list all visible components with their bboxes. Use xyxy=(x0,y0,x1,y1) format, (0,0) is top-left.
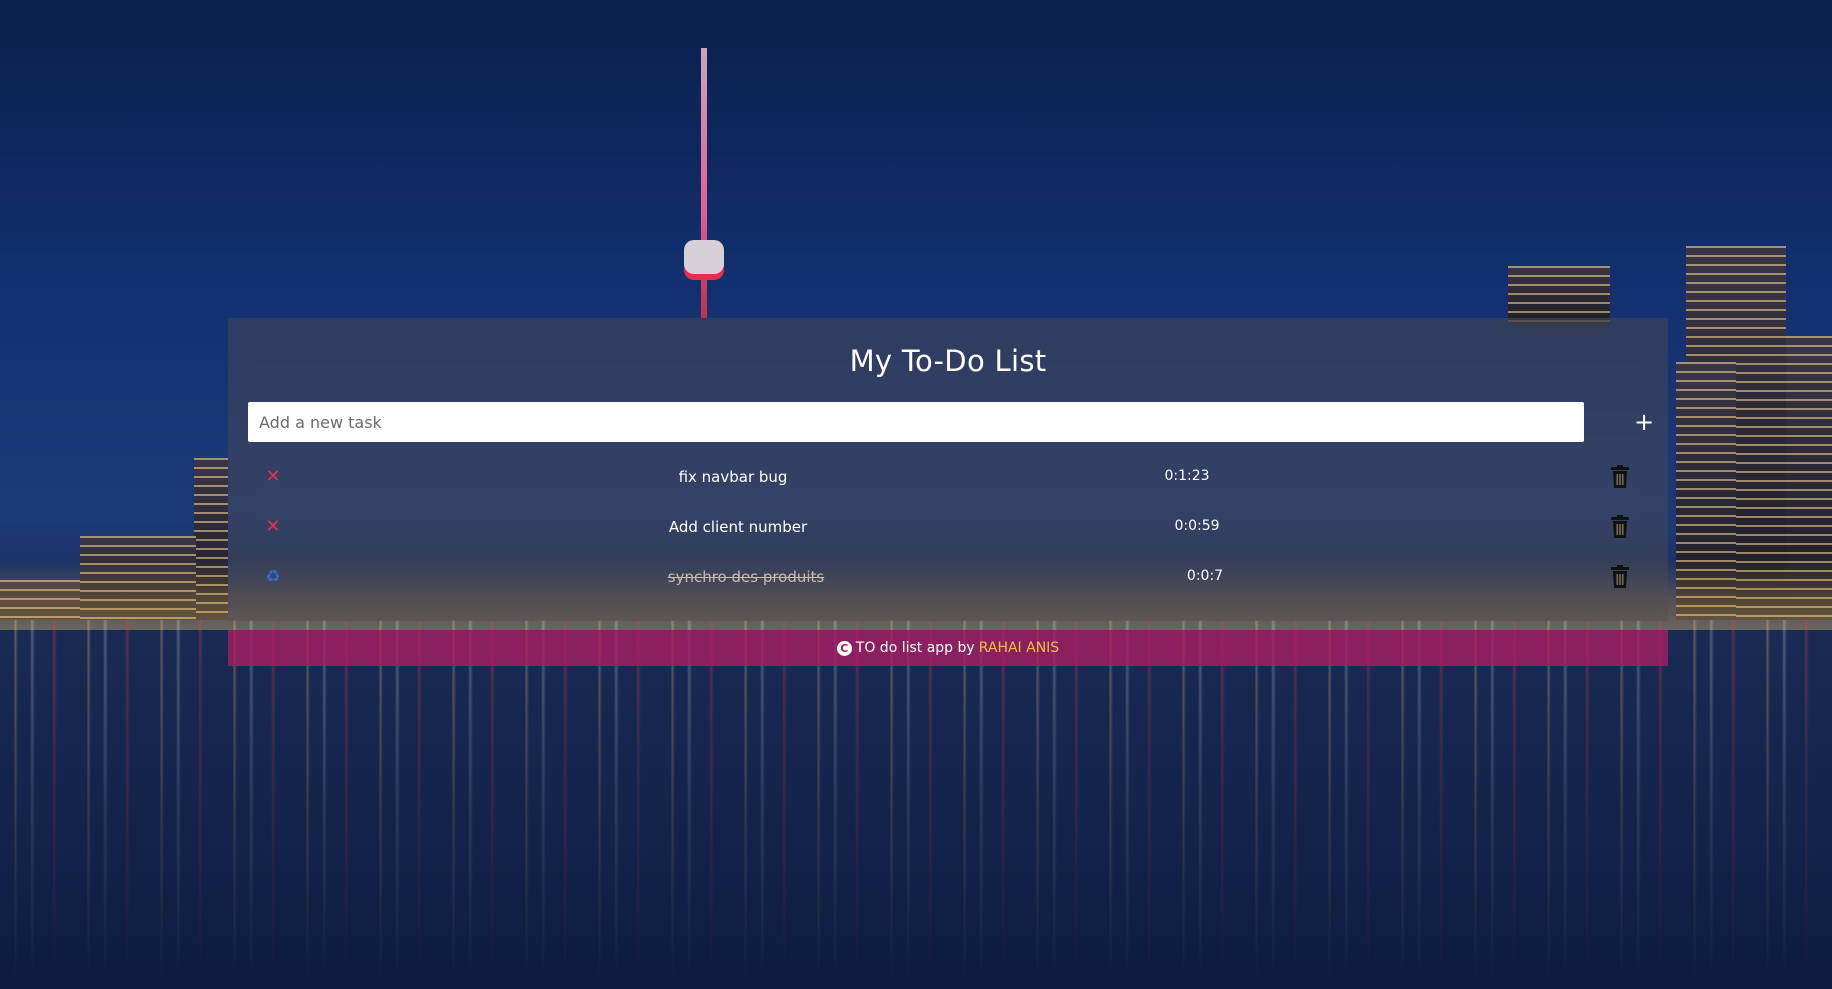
footer: C TO do list app by RAHAI ANIS xyxy=(228,630,1668,666)
task-timer: 0:0:7 xyxy=(1186,568,1224,584)
task-name[interactable]: fix navbar bug xyxy=(679,468,788,486)
copyright-icon: C xyxy=(836,640,852,656)
task-timer: 0:1:23 xyxy=(1164,468,1210,484)
task-row: ♻ synchro des produits 0:0:7 xyxy=(228,554,1668,604)
skyscraper xyxy=(1508,266,1610,326)
task-name[interactable]: synchro des produits xyxy=(668,568,825,586)
todo-card: My To-Do List + ✕ fix navbar bug 0:1:23 … xyxy=(228,318,1668,621)
recycle-icon[interactable]: ♻ xyxy=(262,566,284,588)
trash-icon[interactable] xyxy=(1608,564,1632,590)
author-link[interactable]: RAHAI ANIS xyxy=(979,640,1060,656)
task-row: ✕ Add client number 0:0:59 xyxy=(228,504,1668,554)
footer-text: TO do list app by xyxy=(855,640,975,656)
add-task-button[interactable]: + xyxy=(1624,402,1664,442)
new-task-row: + xyxy=(248,402,1654,442)
task-list: ✕ fix navbar bug 0:1:23 ✕ Add client num… xyxy=(228,454,1668,604)
trash-icon[interactable] xyxy=(1608,514,1632,540)
cn-tower-pod xyxy=(684,240,724,274)
close-icon[interactable]: ✕ xyxy=(262,516,284,538)
page-title: My To-Do List xyxy=(849,344,1047,378)
task-row: ✕ fix navbar bug 0:1:23 xyxy=(228,454,1668,504)
task-timer: 0:0:59 xyxy=(1174,518,1220,534)
new-task-input[interactable] xyxy=(248,402,1584,442)
cn-tower xyxy=(701,48,707,318)
task-name[interactable]: Add client number xyxy=(669,518,807,536)
trash-icon[interactable] xyxy=(1608,464,1632,490)
close-icon[interactable]: ✕ xyxy=(262,466,284,488)
water-reflection xyxy=(0,620,1832,989)
